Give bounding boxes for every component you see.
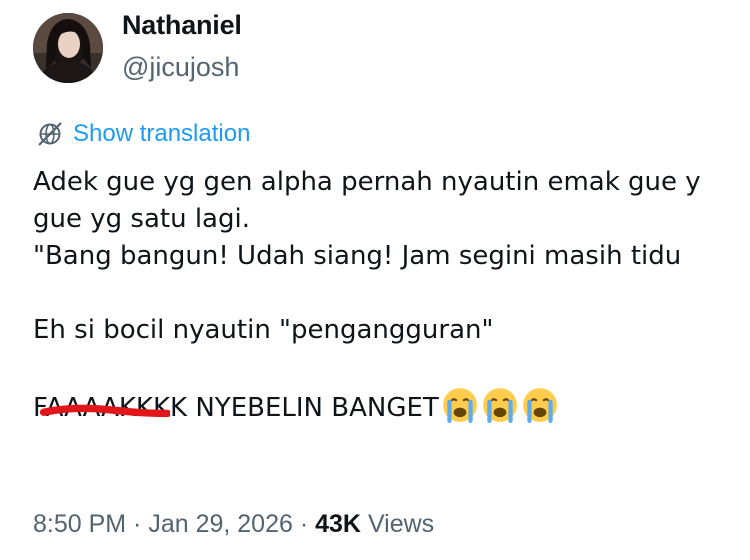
shout-text: K NYEBELIN BANGET (170, 393, 439, 423)
loudly-crying-face-icon (522, 388, 557, 423)
tweet-line: gue yg satu lagi. (33, 204, 250, 234)
views-count: 43K (315, 510, 361, 538)
tweet-line: Eh si bocil nyautin "pengangguran" (33, 315, 494, 345)
views-link[interactable]: 43K Views (315, 510, 434, 538)
avatar-image (33, 13, 103, 83)
tweet-meta: 8:50 PM · Jan 29, 2026 · 43K Views (33, 510, 435, 538)
struck-text: FAAAAKKK (33, 390, 171, 427)
tweet-text: Adek gue yg gen alpha pernah nyautin ema… (33, 164, 750, 423)
tweet-time[interactable]: 8:50 PM (33, 510, 126, 538)
tweet-last-line: FAAAAKKK K NYEBELIN BANGET (33, 386, 750, 423)
avatar[interactable] (33, 13, 103, 83)
loudly-crying-face-icon (442, 388, 477, 423)
show-translation-button[interactable]: Show translation (35, 119, 250, 149)
tweet-date[interactable]: Jan 29, 2026 (148, 510, 293, 538)
author-name[interactable]: Nathaniel (122, 10, 242, 41)
globe-icon (38, 122, 62, 146)
tweet-line: Adek gue yg gen alpha pernah nyautin ema… (33, 167, 701, 197)
tweet-line: "Bang bangun! Udah siang! Jam segini mas… (33, 241, 682, 271)
author-handle[interactable]: @jicujosh (122, 52, 239, 83)
views-label: Views (361, 510, 435, 538)
show-translation-label: Show translation (73, 120, 251, 147)
loudly-crying-face-icon (482, 388, 517, 423)
